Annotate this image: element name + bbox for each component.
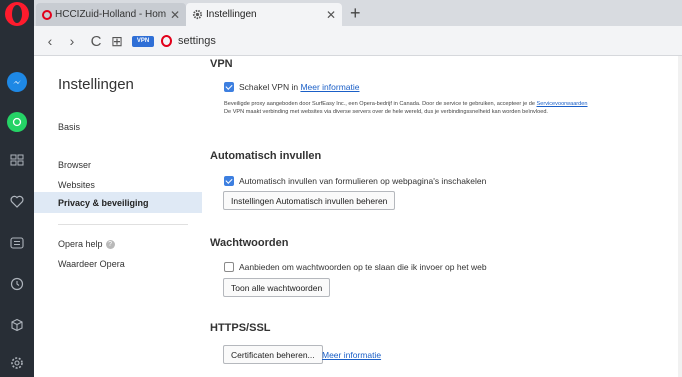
nav-item-rate-opera[interactable]: Waardeer Opera — [58, 259, 125, 269]
settings-content: VPN Schakel VPN in Meer informatie Bevei… — [202, 56, 682, 377]
help-icon: ? — [105, 240, 115, 250]
opera-favicon-icon — [42, 9, 52, 20]
address-field[interactable]: VPN settings — [132, 31, 672, 51]
messenger-icon[interactable] — [7, 72, 27, 92]
manage-autofill-button[interactable]: Instellingen Automatisch invullen behere… — [223, 191, 396, 210]
nav-item-privacy[interactable]: Privacy & beveiliging — [58, 198, 149, 208]
close-icon[interactable]: ✕ — [326, 8, 336, 22]
manage-certificates-button[interactable]: Certificaten beheren... — [223, 345, 323, 364]
tab-title: Instellingen — [206, 9, 257, 20]
gear-favicon-icon — [192, 9, 203, 20]
heart-icon[interactable] — [7, 191, 27, 211]
autofill-toggle-row: Automatisch invullen van formulieren op … — [224, 176, 486, 186]
save-passwords-checkbox[interactable] — [224, 262, 234, 272]
https-more-info-link[interactable]: Meer informatie — [322, 350, 381, 360]
content-scrollbar[interactable] — [678, 56, 682, 377]
back-button[interactable]: ‹ — [42, 32, 58, 50]
vpn-badge[interactable]: VPN — [132, 35, 154, 47]
nav-item-opera-help[interactable]: Opera help? — [58, 239, 115, 250]
forward-button[interactable]: › — [64, 32, 80, 50]
show-passwords-button[interactable]: Toon alle wachtwoorden — [223, 278, 331, 297]
passwords-toggle-row: Aanbieden om wachtwoorden op te slaan di… — [224, 262, 487, 272]
tab-instellingen[interactable]: Instellingen ✕ — [186, 3, 342, 26]
whatsapp-icon[interactable] — [7, 112, 27, 132]
opera-logo-icon[interactable] — [5, 2, 29, 26]
tab-strip: HCCIZuid-Holland - Home ✕ Instellingen ✕… — [34, 0, 682, 26]
terms-of-service-link[interactable]: Servicevoorwaarden — [537, 101, 588, 107]
opera-url-icon — [161, 35, 172, 47]
nav-divider — [58, 224, 188, 225]
tab-hcc-home[interactable]: HCCIZuid-Holland - Home ✕ — [36, 3, 186, 26]
vpn-description-line2: De VPN maakt verbinding met websites via… — [224, 109, 548, 115]
vpn-description-line1: Beveiligde proxy aangeboden door SurfEas… — [224, 101, 535, 107]
nav-item-label: Opera help — [58, 239, 103, 249]
vpn-checkbox-label[interactable]: Schakel VPN in — [239, 82, 298, 92]
save-passwords-label[interactable]: Aanbieden om wachtwoorden op te slaan di… — [239, 262, 487, 272]
url-text[interactable]: settings — [178, 35, 216, 47]
clock-icon[interactable] — [7, 274, 27, 294]
section-title-https: HTTPS/SSL — [210, 322, 271, 334]
close-icon[interactable]: ✕ — [170, 8, 180, 22]
settings-nav: Instellingen Basis Browser Websites Priv… — [34, 56, 202, 377]
autofill-checkbox[interactable] — [224, 176, 234, 186]
nav-item-basis[interactable]: Basis — [58, 122, 80, 132]
speed-dial-icon[interactable] — [7, 150, 27, 170]
section-title-passwords: Wachtwoorden — [210, 237, 289, 249]
gear-icon[interactable] — [7, 353, 27, 373]
address-toolbar: ‹ › C ⊞ VPN settings — [34, 26, 682, 56]
speed-dial-button[interactable]: ⊞ — [110, 32, 124, 50]
settings-heading: Instellingen — [58, 76, 134, 93]
section-title-vpn: VPN — [210, 58, 233, 70]
new-tab-button[interactable]: + — [350, 2, 361, 24]
opera-sidebar — [0, 0, 34, 377]
section-title-autofill: Automatisch invullen — [210, 150, 322, 162]
nav-item-websites[interactable]: Websites — [58, 180, 95, 190]
vpn-more-info-link[interactable]: Meer informatie — [300, 82, 359, 92]
vpn-checkbox[interactable] — [224, 82, 234, 92]
news-icon[interactable] — [7, 233, 27, 253]
cube-icon[interactable] — [7, 315, 27, 335]
tab-title: HCCIZuid-Holland - Home — [55, 9, 166, 20]
vpn-toggle-row: Schakel VPN in Meer informatie — [224, 82, 360, 92]
nav-item-browser[interactable]: Browser — [58, 160, 91, 170]
autofill-checkbox-label[interactable]: Automatisch invullen van formulieren op … — [239, 176, 486, 186]
vpn-description: Beveiligde proxy aangeboden door SurfEas… — [224, 100, 680, 116]
reload-button[interactable]: C — [88, 32, 104, 50]
